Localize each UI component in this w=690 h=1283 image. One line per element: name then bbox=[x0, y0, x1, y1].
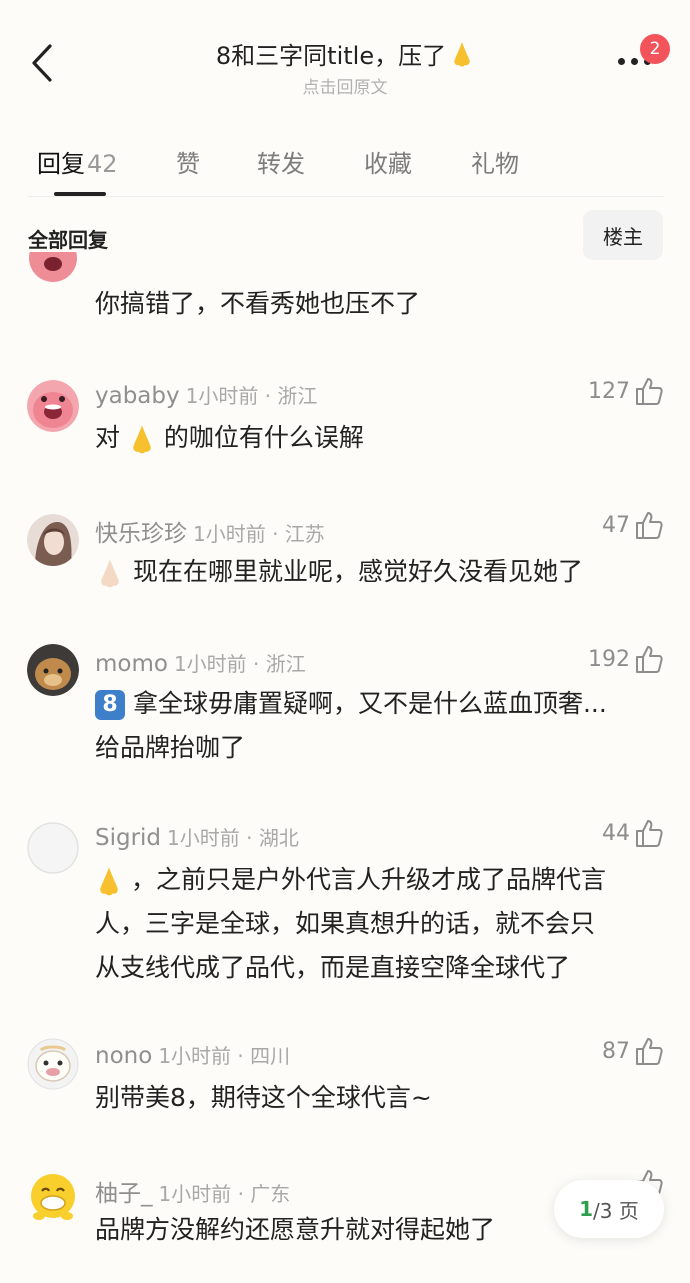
comment-text: 8 拿全球毋庸置疑啊，又不是什么蓝血顶奢... 给品牌抬咖了 bbox=[95, 689, 607, 762]
back-button[interactable] bbox=[22, 38, 62, 88]
comment-text: 现在在哪里就业呢，感觉好久没看见她了 bbox=[95, 550, 667, 594]
username[interactable]: momo bbox=[95, 651, 168, 677]
comment-text: 对 的咖位有什么误解 bbox=[95, 416, 667, 460]
current-page: 1 bbox=[579, 1197, 594, 1221]
comment-meta: 柚子_ 1小时前 · 广东 bbox=[95, 1174, 290, 1208]
total-pages: /3 页 bbox=[593, 1198, 639, 1223]
page-title: 8和三字同title，压了 bbox=[216, 36, 474, 71]
like-button[interactable]: 44 bbox=[602, 818, 664, 848]
timestamp-location: 1小时前 · 江苏 bbox=[193, 522, 325, 546]
like-count: 47 bbox=[602, 512, 630, 538]
back-to-original-link[interactable]: 点击回原文 bbox=[120, 73, 570, 98]
nose-emoji-icon bbox=[100, 867, 118, 896]
keycap-eight-icon: 8 bbox=[95, 690, 125, 720]
comment-meta: momo 1小时前 · 浙江 bbox=[95, 648, 306, 677]
username[interactable]: nono bbox=[95, 1043, 152, 1069]
username[interactable]: 柚子_ bbox=[95, 1181, 153, 1207]
like-button[interactable]: 47 bbox=[602, 510, 664, 540]
comment-text: ，之前只是户外代言人升级才成了品牌代言 人，三字是全球，如果真想升的话，就不会只… bbox=[95, 865, 606, 982]
notification-badge: 2 bbox=[640, 34, 670, 64]
thumbs-up-icon bbox=[636, 378, 663, 405]
nav-header: 8和三字同title，压了 点击回原文 2 bbox=[0, 0, 690, 110]
op-only-button[interactable]: 楼主 bbox=[583, 210, 663, 260]
like-button[interactable]: 192 bbox=[588, 644, 664, 674]
tab-favorites[interactable]: 收藏 bbox=[364, 144, 412, 179]
all-replies-label[interactable]: 全部回复 bbox=[28, 224, 108, 253]
timestamp-location: 1小时前 · 四川 bbox=[158, 1044, 291, 1068]
username[interactable]: Sigrid bbox=[95, 825, 161, 851]
nose-emoji-icon bbox=[133, 425, 151, 454]
comment-meta: nono 1小时前 · 四川 bbox=[95, 1040, 290, 1069]
title-block[interactable]: 8和三字同title，压了 点击回原文 bbox=[120, 36, 570, 98]
nose-emoji-icon bbox=[101, 559, 119, 588]
like-count: 127 bbox=[588, 378, 630, 404]
timestamp-location: 1小时前 · 湖北 bbox=[167, 826, 299, 850]
like-count: 44 bbox=[602, 820, 630, 846]
tab-bar: 回复42 赞 转发 收藏 礼物 bbox=[0, 130, 690, 196]
tab-gifts[interactable]: 礼物 bbox=[471, 144, 519, 179]
thumbs-up-icon bbox=[636, 820, 663, 847]
reply-count: 42 bbox=[87, 150, 118, 178]
tab-reposts[interactable]: 转发 bbox=[257, 144, 305, 179]
username[interactable]: 快乐珍珍 bbox=[95, 521, 187, 547]
filter-bar: 全部回复 楼主 bbox=[0, 210, 690, 266]
avatar[interactable] bbox=[27, 252, 79, 286]
page-indicator[interactable]: 1/3 页 bbox=[554, 1180, 664, 1238]
comment-meta: Sigrid 1小时前 · 湖北 bbox=[95, 822, 299, 851]
like-count: 192 bbox=[588, 646, 630, 672]
avatar[interactable] bbox=[27, 1172, 79, 1224]
timestamp-location: 1小时前 · 浙江 bbox=[173, 652, 306, 676]
avatar[interactable] bbox=[27, 1038, 79, 1090]
tab-replies[interactable]: 回复42 bbox=[37, 144, 118, 179]
avatar[interactable] bbox=[27, 380, 79, 432]
tab-likes[interactable]: 赞 bbox=[176, 144, 200, 179]
like-button[interactable]: 87 bbox=[602, 1036, 664, 1066]
thumbs-up-icon bbox=[636, 646, 663, 673]
like-button[interactable]: 127 bbox=[588, 376, 664, 406]
timestamp-location: 1小时前 · 广东 bbox=[158, 1182, 291, 1206]
avatar[interactable] bbox=[27, 644, 79, 696]
divider bbox=[28, 196, 664, 197]
comment-meta: 快乐珍珍 1小时前 · 江苏 bbox=[95, 514, 325, 548]
thumbs-up-icon bbox=[636, 512, 663, 539]
thumbs-up-icon bbox=[636, 1038, 663, 1065]
more-button[interactable]: 2 bbox=[614, 34, 670, 80]
comment-text: 别带美8，期待这个全球代言~ bbox=[95, 1083, 432, 1112]
avatar[interactable] bbox=[27, 514, 79, 566]
comment-text: 你搞错了，不看秀她也压不了 bbox=[95, 289, 421, 318]
like-count: 87 bbox=[602, 1038, 630, 1064]
username[interactable]: yababy bbox=[95, 383, 180, 409]
comment-meta: yababy 1小时前 · 浙江 bbox=[95, 380, 317, 409]
nose-emoji-icon bbox=[454, 41, 470, 66]
timestamp-location: 1小时前 · 浙江 bbox=[185, 384, 318, 408]
chevron-left-icon bbox=[32, 44, 52, 82]
avatar[interactable] bbox=[27, 822, 79, 874]
